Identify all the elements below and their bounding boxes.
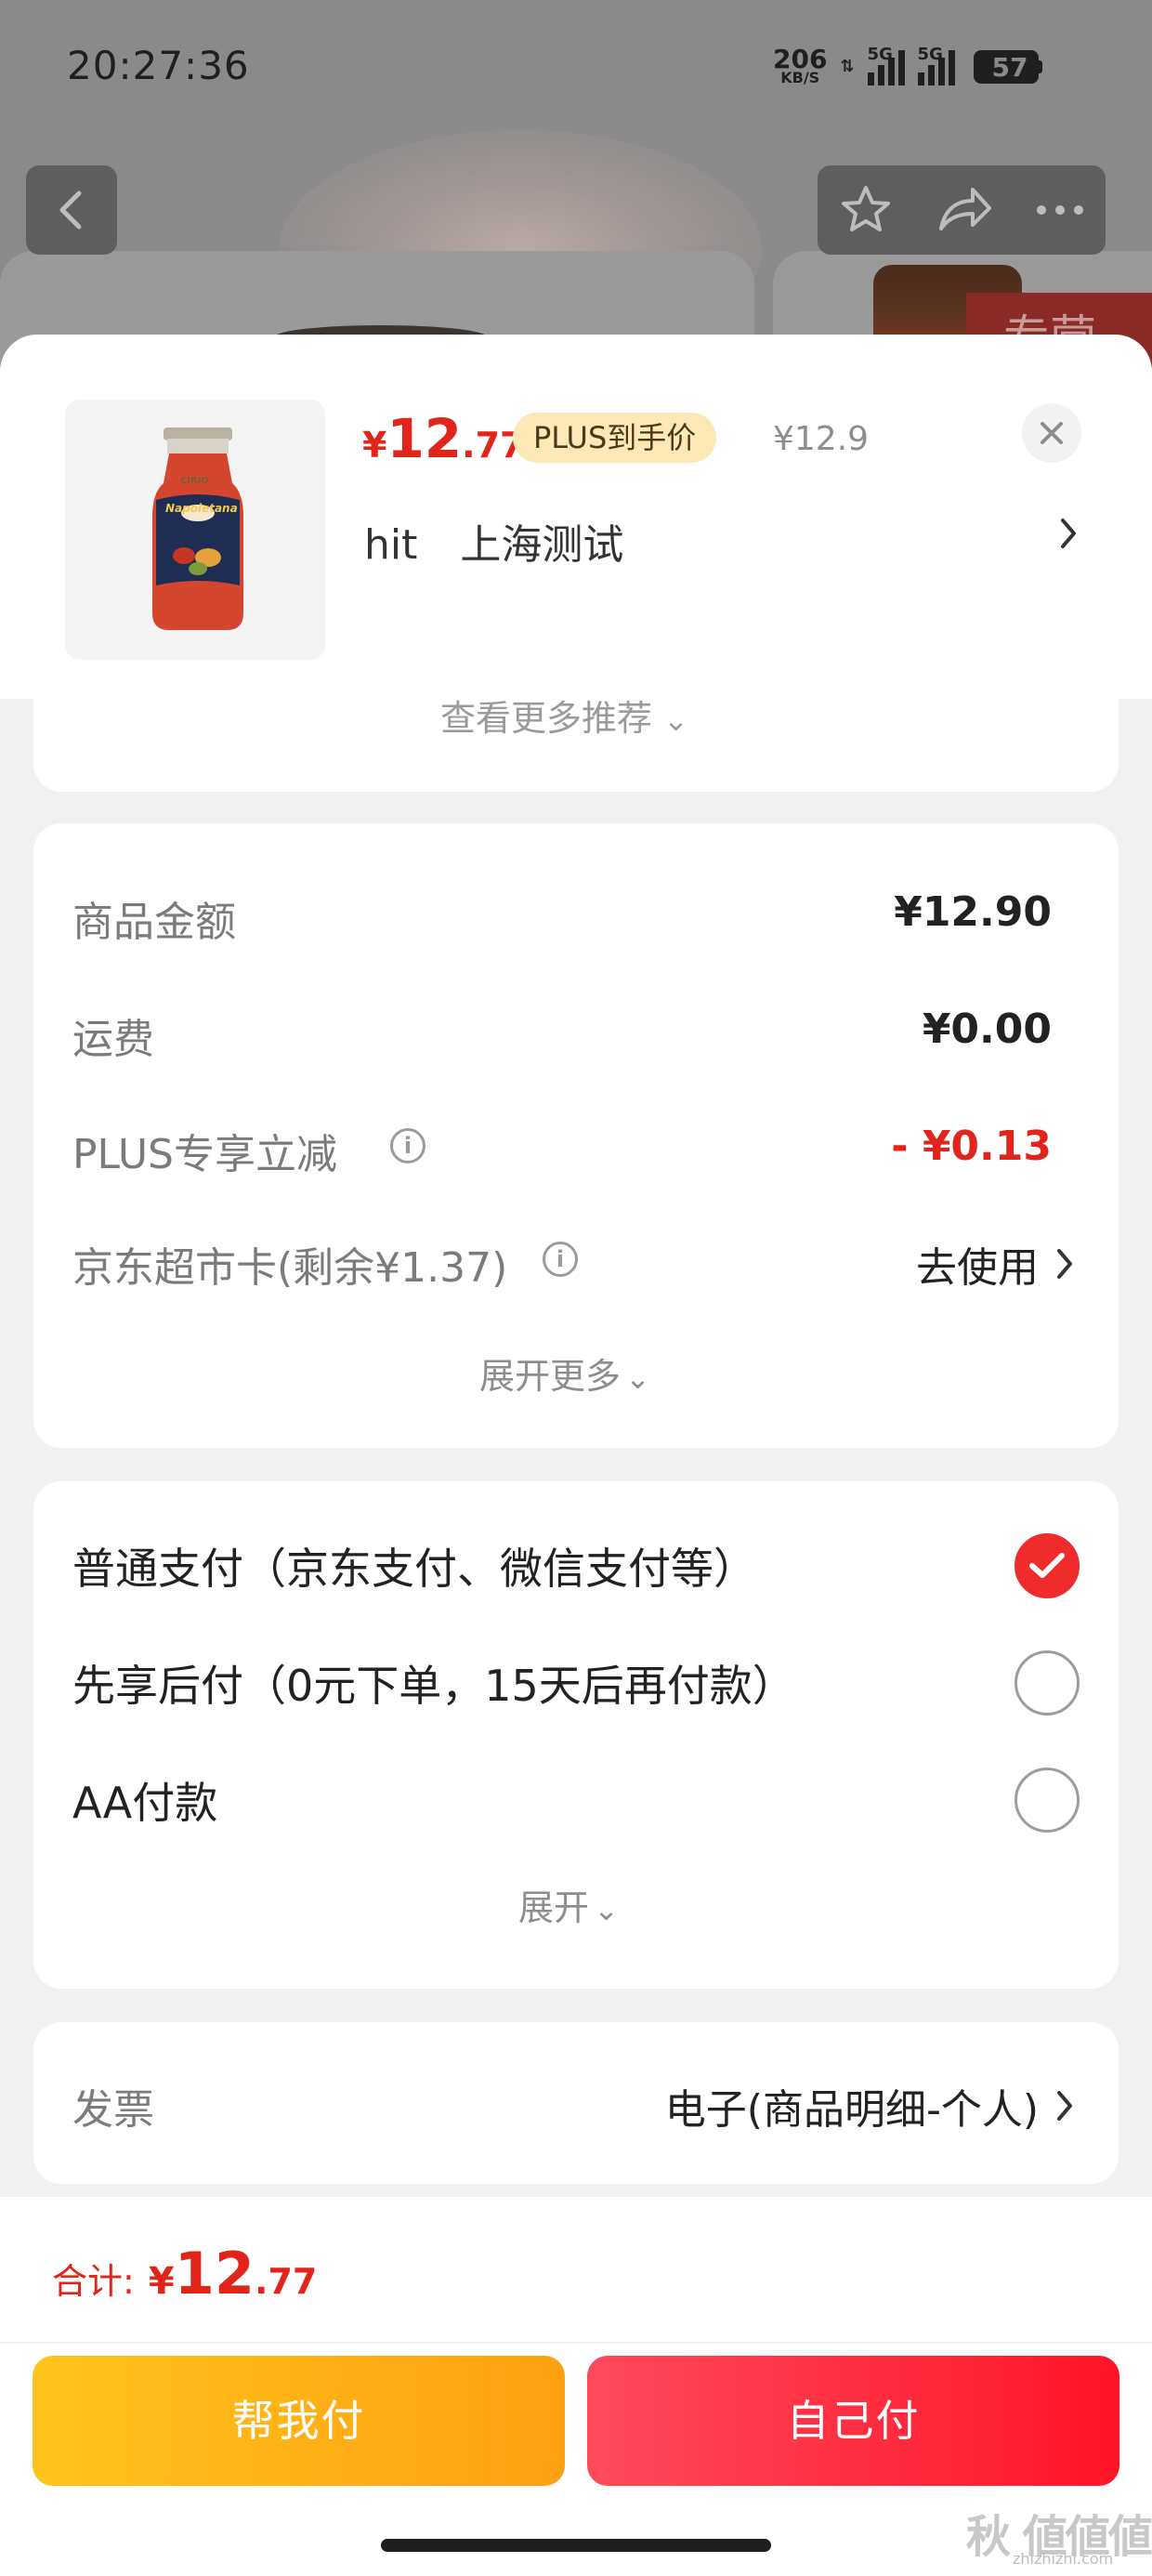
invoice-label: 发票 xyxy=(72,2086,154,2134)
close-button[interactable] xyxy=(1022,403,1081,463)
info-icon[interactable]: i xyxy=(543,1242,578,1277)
total-symbol: ¥ xyxy=(148,2260,175,2303)
sim1-label: 5G xyxy=(867,45,893,64)
sauce-jar-image xyxy=(152,427,243,630)
use-card-button[interactable]: 去使用 xyxy=(916,1234,1074,1294)
status-icons: 206 KB/S ⇅ 5G 5G 57 xyxy=(773,41,1042,93)
invoice-card[interactable]: 发票 电子(商品明细-个人) xyxy=(33,2022,1119,2184)
info-icon[interactable]: i xyxy=(390,1128,425,1163)
address-place: 上海测试 xyxy=(460,521,624,569)
chevron-right-icon xyxy=(1057,1249,1072,1279)
share-icon[interactable] xyxy=(936,184,993,236)
shipping-label: 运费 xyxy=(72,1016,154,1063)
goods-amount-value: ¥12.90 xyxy=(894,888,1052,936)
status-time: 20:27:36 xyxy=(67,43,250,88)
product-price: ¥12.77 xyxy=(362,407,525,470)
battery-level: 57 xyxy=(991,52,1028,83)
price-symbol: ¥ xyxy=(362,425,387,466)
data-arrows-icon: ⇅ xyxy=(840,57,855,76)
invoice-selector[interactable]: 电子(商品明细-个人) xyxy=(665,2076,1074,2136)
chevron-right-icon xyxy=(1061,519,1076,548)
network-speed-unit: KB/S xyxy=(780,69,820,86)
address-user: hit xyxy=(364,521,418,569)
goods-amount-label: 商品金额 xyxy=(72,899,236,946)
top-actions xyxy=(818,165,1106,255)
payment-option-aa[interactable]: AA付款 xyxy=(72,1769,217,1831)
more-icon[interactable] xyxy=(1035,203,1085,217)
help-me-pay-button[interactable]: 帮我付 xyxy=(33,2356,565,2486)
cost-summary-card: 商品金额 ¥12.90 运费 ¥0.00 PLUS专享立减 i - ¥0.13 … xyxy=(33,823,1119,1448)
star-icon[interactable] xyxy=(838,182,894,238)
plus-discount-label: PLUS专享立减 xyxy=(72,1131,337,1178)
radio-aa-pay[interactable] xyxy=(1015,1768,1080,1833)
more-recommendations-link[interactable]: 查看更多推荐 ⌄ xyxy=(440,690,688,741)
plus-discount-value: - ¥0.13 xyxy=(891,1123,1052,1170)
payment-option-pay-later[interactable]: 先享后付（0元下单，15天后再付款） xyxy=(72,1652,795,1714)
jar-name: Napoletana xyxy=(165,502,238,515)
address-selector[interactable]: hit 上海测试 xyxy=(364,511,1089,571)
product-thumbnail: CIRIO Napoletana xyxy=(65,400,325,660)
total-label: 合计: xyxy=(52,2261,135,2302)
more-recommendations-label: 查看更多推荐 xyxy=(440,698,653,739)
check-icon xyxy=(1029,1553,1065,1578)
price-integer: 12 xyxy=(386,407,463,470)
watermark-url: zhizhizhi.com xyxy=(1013,2550,1114,2568)
radio-pay-later[interactable] xyxy=(1015,1650,1080,1715)
original-price: ¥12.9 xyxy=(773,420,870,458)
radio-normal-pay-checked[interactable] xyxy=(1015,1533,1080,1598)
expand-more-label: 展开更多 xyxy=(479,1356,622,1397)
chevron-down-icon: ⌄ xyxy=(663,703,688,738)
payment-method-card: 普通支付（京东支付、微信支付等） 先享后付（0元下单，15天后再付款） AA付款… xyxy=(33,1481,1119,1989)
chevron-right-icon xyxy=(1057,2091,1072,2121)
expand-payments-label: 展开 xyxy=(518,1887,590,1928)
expand-more-link[interactable]: 展开更多 ⌄ xyxy=(479,1347,650,1399)
chevron-down-icon: ⌄ xyxy=(625,1360,650,1396)
home-indicator[interactable] xyxy=(381,2539,771,2552)
sim2-label: 5G xyxy=(917,45,943,64)
plus-price-tag: PLUS到手价 xyxy=(513,413,717,463)
back-button[interactable] xyxy=(26,165,117,255)
chevron-left-icon xyxy=(59,191,82,230)
pay-myself-button[interactable]: 自己付 xyxy=(587,2356,1119,2486)
expand-payments-link[interactable]: 展开 ⌄ xyxy=(518,1879,619,1930)
supermarket-card-label: 京东超市卡(剩余¥1.37) xyxy=(72,1244,508,1292)
chevron-down-icon: ⌄ xyxy=(594,1892,619,1927)
order-total: 合计: ¥12.77 xyxy=(52,2240,317,2307)
invoice-value: 电子(商品明细-个人) xyxy=(664,2086,1039,2134)
network-speed: 206 KB/S xyxy=(773,46,827,86)
signal-icon-sim2: 5G xyxy=(917,45,955,85)
use-card-label: 去使用 xyxy=(916,1244,1039,1292)
signal-icon-sim1: 5G xyxy=(867,45,905,85)
total-integer: 12 xyxy=(174,2240,255,2307)
shipping-value: ¥0.00 xyxy=(922,1005,1052,1053)
payment-option-normal[interactable]: 普通支付（京东支付、微信支付等） xyxy=(72,1535,756,1597)
jar-brand: CIRIO xyxy=(180,476,209,486)
battery-icon: 57 xyxy=(973,50,1042,84)
close-icon xyxy=(1041,422,1063,444)
footer-divider xyxy=(0,2342,1152,2344)
total-decimal: .77 xyxy=(255,2261,318,2302)
